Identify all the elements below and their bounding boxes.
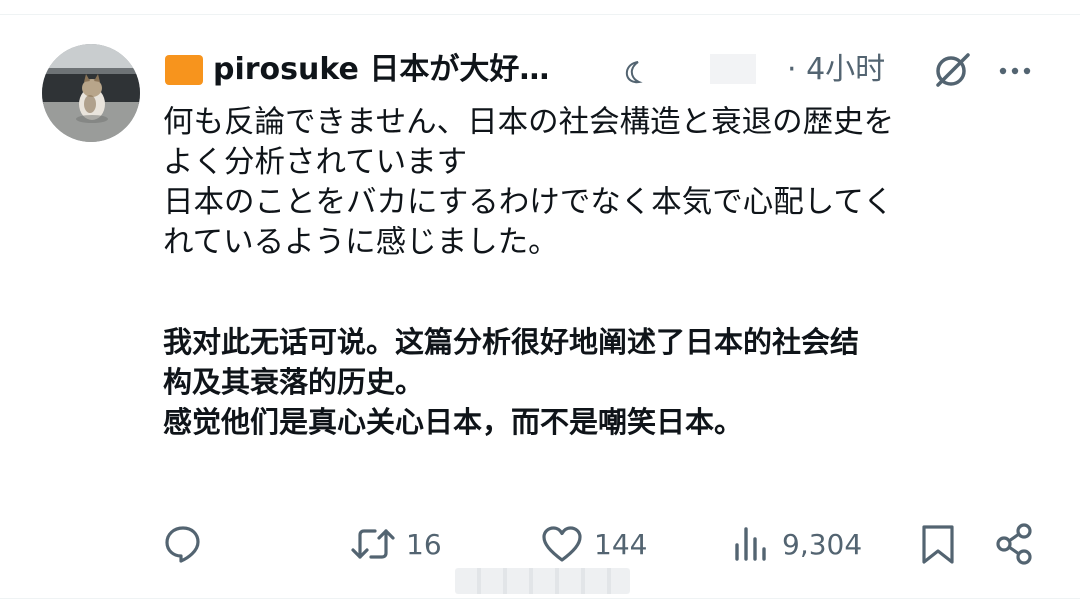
post-header: pirosuke 日本が大好… · 4小时 <box>165 50 1045 90</box>
top-divider <box>0 14 1080 15</box>
translation-text: 我对此无话可说。这篇分析很好地阐述了日本的社会结 构及其衰落的历史。 感觉他们是… <box>163 322 1048 442</box>
like-button[interactable]: 144 <box>540 520 647 568</box>
post-text-line: よく分析されています <box>163 145 468 180</box>
handle-redacted <box>710 54 756 84</box>
translation-line: 构及其衰落的历史。 <box>163 365 425 399</box>
heart-icon <box>542 526 582 562</box>
reply-button[interactable] <box>162 520 204 568</box>
view-count: 9,304 <box>782 527 863 561</box>
post-text-line: れているように感じました。 <box>163 225 559 260</box>
translation-line: 我对此无话可说。这篇分析很好地阐述了日本的社会结 <box>163 325 860 359</box>
retweet-button[interactable]: 16 <box>350 520 442 568</box>
moon-icon <box>625 61 643 84</box>
analytics-icon <box>735 527 766 561</box>
share-button[interactable] <box>994 520 1036 568</box>
more-options-icon[interactable] <box>995 50 1035 90</box>
bottom-divider <box>0 598 1080 599</box>
watermark-blur <box>455 568 630 594</box>
retweet-count: 16 <box>406 527 442 561</box>
reply-icon <box>165 526 200 563</box>
display-name[interactable]: pirosuke 日本が大好… <box>213 50 549 90</box>
cat-photo <box>42 44 140 142</box>
share-icon <box>996 523 1032 565</box>
timestamp[interactable]: · 4小时 <box>787 50 885 90</box>
avatar[interactable] <box>42 44 140 142</box>
translation-line: 感觉他们是真心关心日本，而不是嘲笑日本。 <box>163 405 744 439</box>
like-count: 144 <box>594 527 648 561</box>
post-text-line: 日本のことをバカにするわけでなく本気で心配してく <box>163 185 894 220</box>
bookmark-button[interactable] <box>918 520 958 568</box>
post-text: 何も反論できません、日本の社会構造と衰退の歴史を よく分析されています 日本のこ… <box>163 103 1048 263</box>
views-button[interactable]: 9,304 <box>732 520 862 568</box>
grok-icon[interactable] <box>930 50 974 90</box>
bookmark-icon <box>922 525 954 564</box>
action-bar: 16 144 9,304 <box>0 520 1080 568</box>
retweet-icon <box>351 529 395 559</box>
name-flag-emoji <box>165 55 203 85</box>
post-text-line: 何も反論できません、日本の社会構造と衰退の歴史を <box>163 105 895 140</box>
